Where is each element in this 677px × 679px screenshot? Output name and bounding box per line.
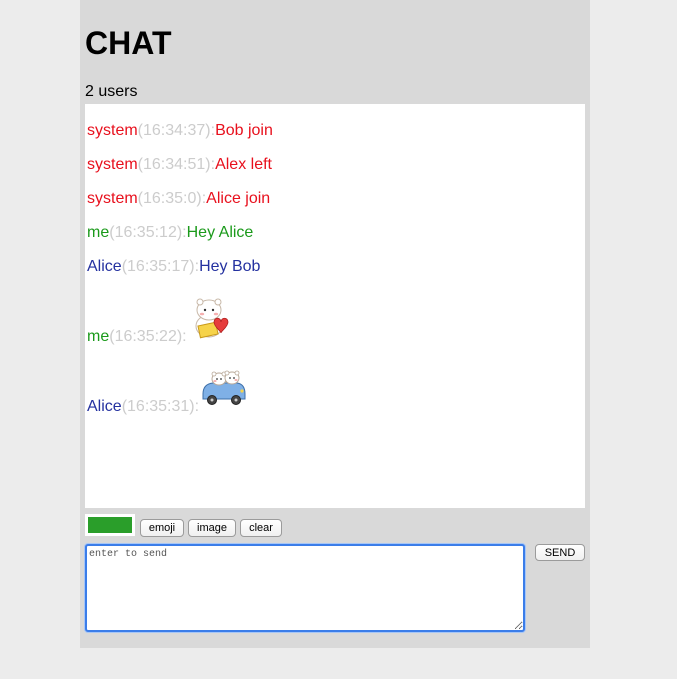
bear-heart-sticker	[195, 298, 229, 339]
message-item: Alice(16:35:31):	[87, 397, 199, 416]
message-time: (16:35:31)	[121, 398, 195, 415]
send-button[interactable]: SEND	[535, 544, 585, 561]
page-title: CHAT	[85, 25, 172, 61]
message-sender: system	[87, 122, 138, 139]
message-time: (16:34:51)	[137, 156, 211, 173]
message-sender: me	[87, 328, 110, 345]
message-separator: :	[182, 328, 187, 345]
bears-car-sticker	[202, 370, 246, 405]
message-text: Bob join	[215, 122, 273, 139]
message-list[interactable]: system(16:34:37):Bob join system(16:34:5…	[85, 104, 585, 508]
message-sender: Alice	[87, 258, 122, 275]
user-count: 2 users	[85, 83, 138, 100]
message-text: Hey Bob	[199, 258, 261, 275]
message-item: Alice(16:35:17):Hey Bob	[87, 257, 260, 276]
message-item: me(16:35:22):	[87, 327, 187, 346]
message-sender: system	[87, 156, 138, 173]
color-picker[interactable]	[85, 514, 135, 536]
message-text: Alex left	[215, 156, 272, 173]
message-input[interactable]	[85, 544, 525, 632]
message-time: (16:35:17)	[121, 258, 195, 275]
message-text: Hey Alice	[186, 224, 254, 241]
selected-color	[88, 517, 132, 533]
message-time: (16:34:37)	[137, 122, 211, 139]
message-item: me(16:35:12):Hey Alice	[87, 223, 253, 242]
clear-button[interactable]: clear	[240, 519, 282, 537]
chat-panel: CHAT 2 users system(16:34:37):Bob join s…	[80, 0, 590, 648]
image-button[interactable]: image	[188, 519, 236, 537]
message-time: (16:35:22)	[109, 328, 183, 345]
message-item: system(16:34:51):Alex left	[87, 155, 272, 174]
message-time: (16:35:12)	[109, 224, 183, 241]
message-sender: system	[87, 190, 138, 207]
message-item: system(16:35:0):Alice join	[87, 189, 270, 208]
emoji-button[interactable]: emoji	[140, 519, 184, 537]
message-item: system(16:34:37):Bob join	[87, 121, 273, 140]
message-time: (16:35:0)	[137, 190, 202, 207]
message-text: Alice join	[206, 190, 271, 207]
message-sender: me	[87, 224, 110, 241]
message-sender: Alice	[87, 398, 122, 415]
